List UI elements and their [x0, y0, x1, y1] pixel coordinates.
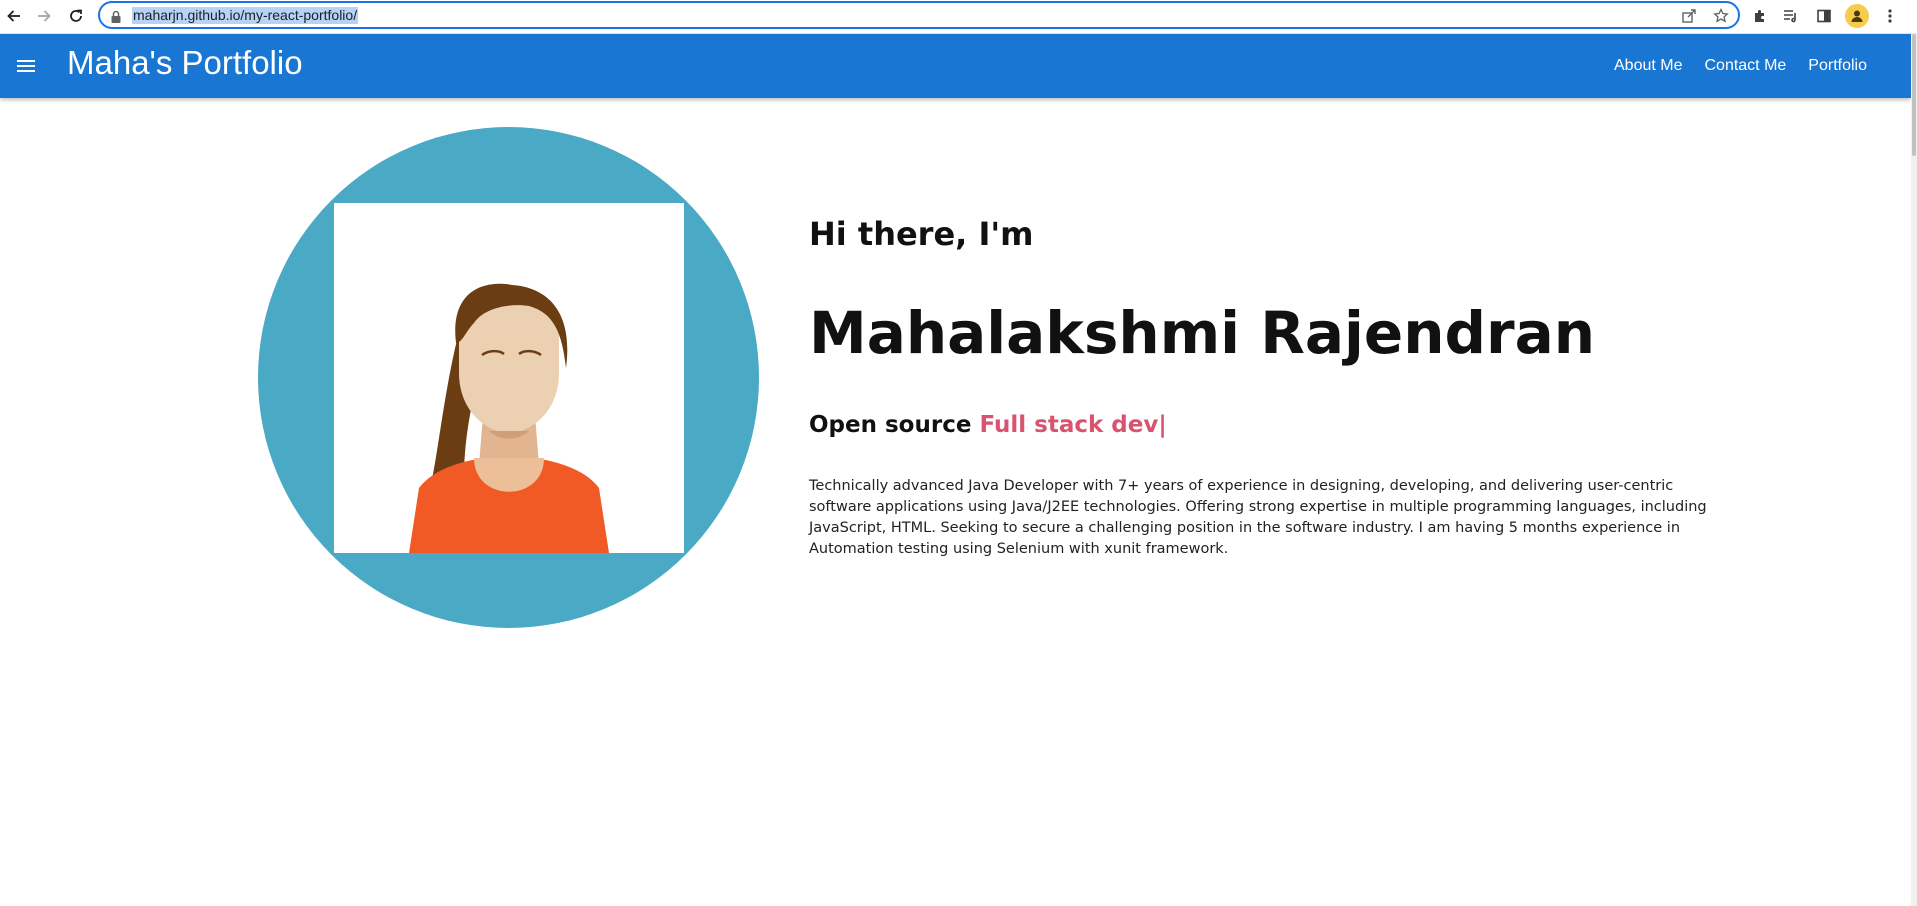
address-bar[interactable]: maharjn.github.io/my-react-portfolio/ [98, 1, 1740, 29]
nav-contact-me[interactable]: Contact Me [1704, 56, 1786, 76]
tagline-prefix: Open source [809, 412, 972, 438]
page-viewport: Maha's Portfolio About Me Contact Me Por… [0, 34, 1911, 906]
forward-arrow-icon[interactable] [32, 4, 56, 28]
hamburger-menu-icon[interactable] [12, 54, 40, 78]
nav-about-me[interactable]: About Me [1614, 56, 1682, 76]
top-nav: About Me Contact Me Portfolio [1614, 56, 1867, 76]
tagline: Open source Full stack dev| [809, 410, 1167, 440]
hero-section: Hi there, I'm Mahalakshmi Rajendran Open… [809, 214, 1729, 557]
site-title[interactable]: Maha's Portfolio [67, 43, 303, 83]
page-scrollbar[interactable] [1911, 34, 1917, 906]
nav-portfolio[interactable]: Portfolio [1808, 56, 1867, 76]
side-panel-icon[interactable] [1812, 4, 1836, 28]
back-arrow-icon[interactable] [2, 4, 26, 28]
media-control-icon[interactable] [1778, 4, 1802, 28]
scrollbar-thumb[interactable] [1912, 34, 1916, 156]
share-icon[interactable] [1680, 7, 1698, 25]
profile-icon[interactable] [1845, 4, 1869, 28]
tagline-typed-text: Full stack dev| [979, 412, 1167, 438]
bio-paragraph: Technically advanced Java Developer with… [809, 478, 1707, 557]
profile-illustration [334, 203, 684, 553]
reload-icon[interactable] [64, 4, 88, 28]
url-text[interactable]: maharjn.github.io/my-react-portfolio/ [132, 7, 359, 24]
star-icon[interactable] [1712, 7, 1730, 25]
name-heading: Mahalakshmi Rajendran [809, 299, 1596, 367]
browser-toolbar: maharjn.github.io/my-react-portfolio/ [0, 0, 1917, 34]
greeting-heading: Hi there, I'm [809, 215, 1034, 253]
app-bar: Maha's Portfolio About Me Contact Me Por… [0, 34, 1911, 98]
profile-avatar [258, 127, 759, 628]
lock-icon[interactable] [110, 9, 122, 28]
kebab-menu-icon[interactable] [1878, 4, 1902, 28]
puzzle-icon[interactable] [1748, 4, 1772, 28]
